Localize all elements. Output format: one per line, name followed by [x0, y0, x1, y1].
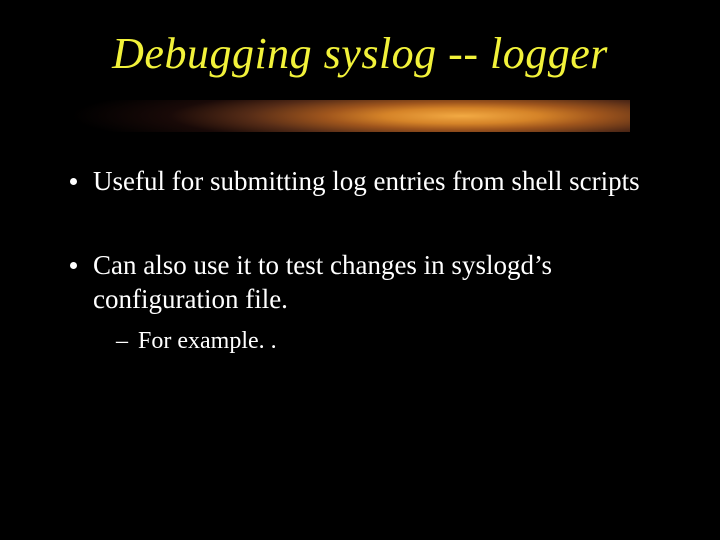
title-underline-gradient — [30, 100, 630, 132]
bullet-item: Useful for submitting log entries from s… — [70, 165, 660, 199]
sub-bullet-text: For example. . — [138, 326, 660, 356]
bullet-item: Can also use it to test changes in syslo… — [70, 249, 660, 317]
bullet-dot-icon — [70, 262, 77, 269]
bullet-text: Can also use it to test changes in syslo… — [93, 249, 660, 317]
slide-body: Useful for submitting log entries from s… — [70, 165, 660, 356]
bullet-dot-icon — [70, 178, 77, 185]
sub-bullet-item: – For example. . — [116, 326, 660, 356]
bullet-dash-icon: – — [116, 326, 128, 356]
slide-title: Debugging syslog -- logger — [0, 28, 720, 79]
slide: Debugging syslog -- logger Useful for su… — [0, 0, 720, 540]
bullet-text: Useful for submitting log entries from s… — [93, 165, 660, 199]
